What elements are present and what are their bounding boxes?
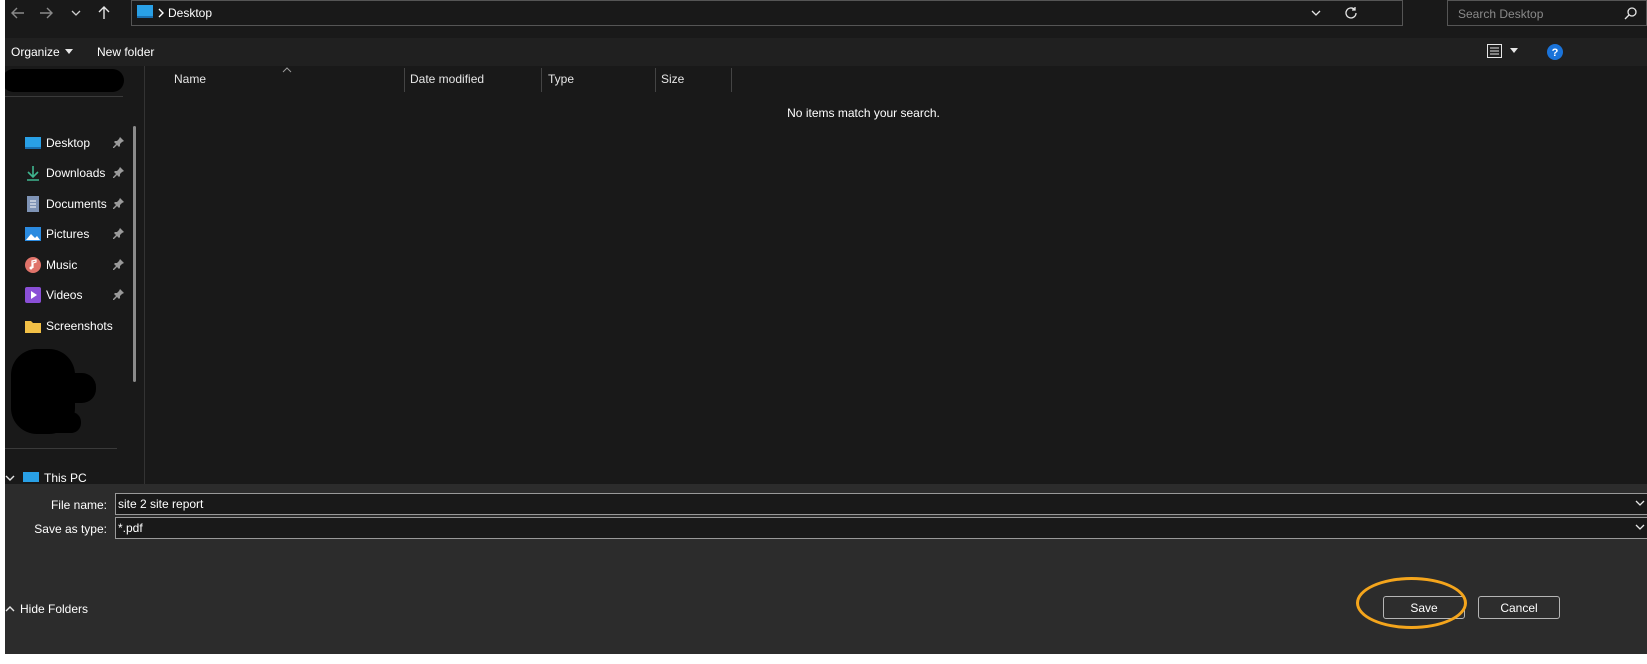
sidebar-item-label: Documents xyxy=(46,197,107,211)
sidebar-item-screenshots[interactable]: Screenshots xyxy=(25,315,130,337)
address-bar[interactable]: Desktop xyxy=(131,0,1403,26)
file-name-label: File name: xyxy=(50,498,107,512)
sidebar-item-label: Videos xyxy=(46,288,83,302)
column-divider[interactable] xyxy=(404,68,405,92)
sidebar-item-pictures[interactable]: Pictures xyxy=(25,223,130,245)
sidebar-item-music[interactable]: Music xyxy=(25,254,130,276)
sidebar-divider xyxy=(5,96,123,112)
sidebar-item-label: This PC xyxy=(44,471,87,485)
hide-folders-label: Hide Folders xyxy=(20,602,89,616)
redaction-mark xyxy=(59,373,96,403)
column-header-type[interactable]: Type xyxy=(548,66,574,92)
view-options-button[interactable] xyxy=(1487,44,1518,58)
column-header-name[interactable]: Name xyxy=(174,66,206,92)
sidebar-item-documents[interactable]: Documents xyxy=(25,193,130,215)
pin-icon xyxy=(113,289,124,300)
file-name-input[interactable]: site 2 site report xyxy=(115,493,1647,515)
chevron-down-icon xyxy=(5,475,15,481)
sidebar-item-desktop[interactable]: Desktop xyxy=(25,132,130,154)
refresh-icon[interactable] xyxy=(1344,6,1358,20)
chevron-down-icon xyxy=(71,10,81,16)
sidebar-item-label: Pictures xyxy=(46,227,90,241)
hide-folders-button[interactable]: Hide Folders xyxy=(5,602,88,616)
sort-ascending-icon xyxy=(282,67,292,73)
address-location: Desktop xyxy=(168,6,213,20)
sidebar-item-label: Desktop xyxy=(46,136,91,150)
help-button[interactable]: ? xyxy=(1547,44,1563,63)
organize-label: Organize xyxy=(11,45,60,59)
sidebar-divider xyxy=(5,448,117,449)
svg-text:?: ? xyxy=(1552,47,1559,59)
new-folder-button[interactable]: New folder xyxy=(97,45,154,59)
address-dropdown-icon[interactable] xyxy=(1310,7,1322,19)
desktop-icon xyxy=(137,5,153,18)
download-icon xyxy=(25,165,41,181)
save-type-label: Save as type: xyxy=(34,522,107,536)
forward-button[interactable] xyxy=(33,2,59,24)
caret-down-icon xyxy=(1510,48,1518,53)
recent-locations-button[interactable] xyxy=(63,2,89,24)
file-list: Name Date modified Type Size No items ma… xyxy=(145,66,1647,484)
cancel-button[interactable]: Cancel xyxy=(1478,596,1560,619)
desktop-icon xyxy=(25,135,41,151)
sidebar-item-label: Downloads xyxy=(46,166,106,180)
empty-message: No items match your search. xyxy=(787,106,940,120)
sidebar-item-videos[interactable]: Videos xyxy=(25,284,130,306)
chevron-down-icon[interactable] xyxy=(1634,521,1646,533)
command-bar: Organize New folder ? xyxy=(5,38,1647,66)
chevron-up-icon xyxy=(5,606,15,612)
sidebar-item-label: Music xyxy=(46,258,78,272)
pin-icon xyxy=(113,198,124,209)
list-view-icon xyxy=(1487,44,1502,58)
arrow-left-icon xyxy=(11,7,24,19)
save-type-select[interactable]: *.pdf xyxy=(115,517,1647,539)
pictures-icon xyxy=(25,226,41,242)
pin-icon xyxy=(113,228,124,239)
save-dialog: Desktop Organize New folder ? Desktop xyxy=(5,0,1647,654)
redaction-mark xyxy=(5,69,124,92)
chevron-down-icon[interactable] xyxy=(1634,497,1646,509)
redaction-mark xyxy=(45,412,81,433)
organize-menu[interactable]: Organize xyxy=(11,45,73,59)
search-icon[interactable] xyxy=(1624,6,1638,20)
music-icon xyxy=(25,257,41,273)
column-divider[interactable] xyxy=(655,68,656,92)
file-name-value: site 2 site report xyxy=(118,497,204,511)
arrow-up-icon xyxy=(98,6,110,19)
save-form: File name: site 2 site report Save as ty… xyxy=(5,484,1647,654)
up-button[interactable] xyxy=(91,2,117,24)
column-header-date-modified[interactable]: Date modified xyxy=(410,66,484,92)
search-box xyxy=(1447,0,1647,27)
column-divider[interactable] xyxy=(541,68,542,92)
sidebar-scrollbar[interactable] xyxy=(133,126,136,382)
sidebar-item-label: Screenshots xyxy=(46,319,113,333)
caret-down-icon xyxy=(64,49,73,54)
document-icon xyxy=(25,196,41,212)
videos-icon xyxy=(25,287,41,303)
back-button[interactable] xyxy=(5,2,31,24)
save-type-value: *.pdf xyxy=(118,521,143,535)
save-button[interactable]: Save xyxy=(1383,596,1465,619)
pin-icon xyxy=(113,259,124,270)
arrow-right-icon xyxy=(40,7,53,19)
pin-icon xyxy=(113,137,124,148)
sidebar-item-downloads[interactable]: Downloads xyxy=(25,162,130,184)
help-icon: ? xyxy=(1547,44,1563,60)
folder-icon xyxy=(25,318,41,334)
chevron-right-icon xyxy=(158,8,164,18)
search-input[interactable] xyxy=(1448,1,1620,27)
navigation-bar: Desktop xyxy=(5,0,1647,30)
pin-icon xyxy=(113,167,124,178)
column-divider[interactable] xyxy=(731,68,732,92)
column-header-size[interactable]: Size xyxy=(661,66,684,92)
